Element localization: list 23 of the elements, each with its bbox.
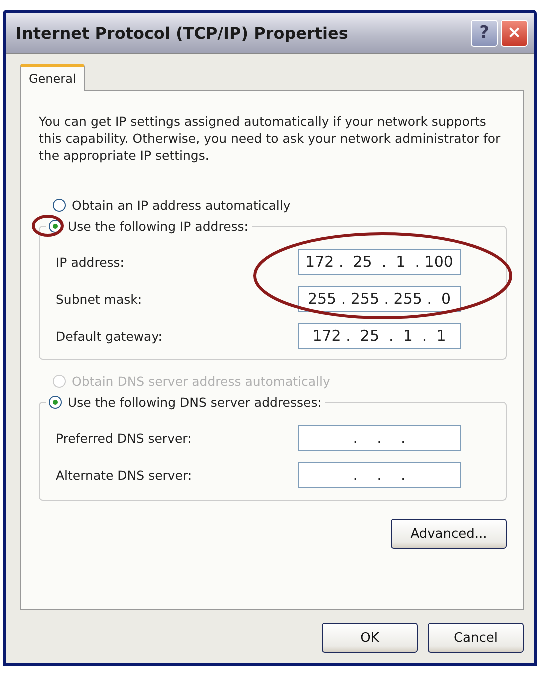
dialog-button[interactable]: Cancel (428, 623, 524, 653)
tab[interactable]: General (20, 64, 86, 91)
ip-address-field[interactable]: 172 . 25 . 1 . 1 (298, 323, 461, 349)
help-button[interactable]: ? (471, 20, 498, 46)
description-text: You can get IP settings assigned automatically if your network supports this capability. Otherwise, you need to ask your network administrator for the appropriate IP settings. (39, 113, 502, 164)
dialog-button[interactable]: OK (322, 623, 418, 653)
ip-address-field[interactable]: 172 . 25 . 1 . 100 (298, 249, 461, 275)
ip-address-field[interactable]: 255 . 255 . 255 . 0 (298, 286, 461, 312)
radio-option[interactable]: Use the following IP address: (49, 219, 248, 234)
window-title: Internet Protocol (TCP/IP) Properties (16, 24, 348, 42)
ip-address-field[interactable]: . . . (298, 425, 461, 451)
radio-icon[interactable] (49, 396, 62, 409)
annotation-ellipse (32, 215, 64, 237)
field-label: Default gateway: (56, 328, 162, 344)
radio-option[interactable]: Obtain an IP address automatically (53, 198, 507, 213)
field-label: Preferred DNS server: (56, 430, 192, 446)
ip-address-field[interactable]: . . . (298, 462, 461, 488)
field-label: Subnet mask: (56, 292, 142, 306)
advanced-button[interactable]: Advanced... (391, 519, 507, 549)
radio-icon[interactable] (53, 199, 66, 212)
field-label: IP address: (56, 254, 125, 270)
field-label: Alternate DNS server: (56, 468, 192, 482)
radio-option[interactable]: Use the following DNS server addresses: (49, 395, 322, 410)
